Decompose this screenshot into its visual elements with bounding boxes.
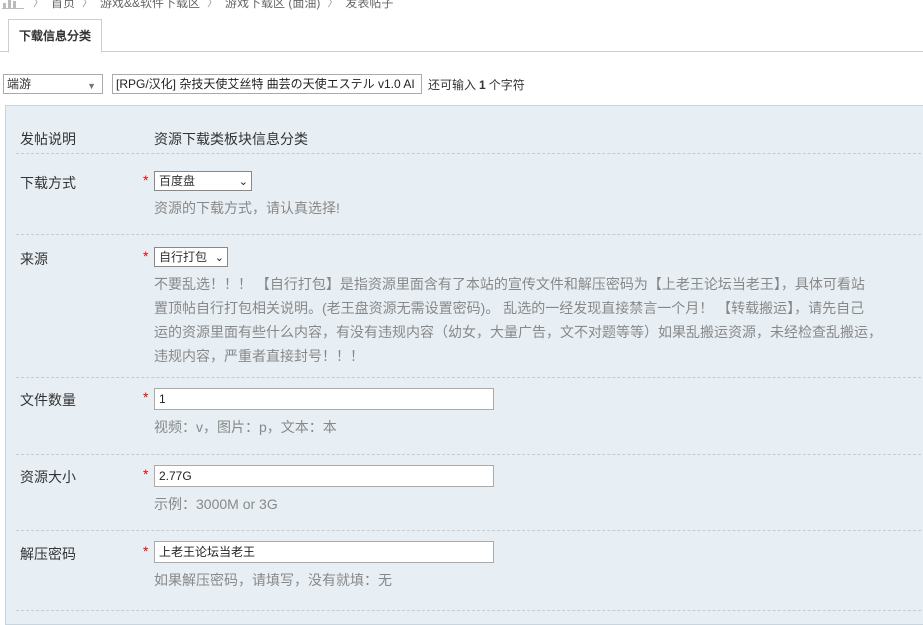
home-icon[interactable] <box>2 0 26 9</box>
breadcrumb-current: 发表帖子 <box>345 0 394 10</box>
thread-type-value: 端游 <box>7 77 32 91</box>
download-method-label: 下载方式 <box>20 175 76 191</box>
thread-type-select[interactable]: 端游 ▼ <box>3 74 103 94</box>
file-count-input[interactable]: 1 <box>154 388 494 410</box>
extract-password-label: 解压密码 <box>20 546 76 562</box>
resource-size-input[interactable]: 2.77G <box>154 465 494 487</box>
source-select[interactable]: 自行打包 ⌄ <box>154 247 228 267</box>
chevron-down-icon: ⌄ <box>238 176 248 188</box>
intro-label: 发帖说明 <box>20 131 76 147</box>
form-row-download-method: 下载方式 * 百度盘 ⌄ 资源的下载方式，请认真选择! <box>16 153 923 235</box>
subject-input[interactable]: [RPG/汉化] 杂技天使艾丝特 曲芸の天使エステル v1.0 AI <box>112 74 422 94</box>
required-mark: * <box>143 248 149 264</box>
char-remaining-text: 还可输入 1 个字符 <box>428 76 525 93</box>
resource-size-label: 资源大小 <box>20 469 76 485</box>
source-label: 来源 <box>20 251 48 267</box>
source-value: 自行打包 <box>159 250 208 264</box>
file-count-hint: 视频：v，图片：p，文本：本 <box>154 419 337 435</box>
char-remaining-count: 1 <box>479 77 486 92</box>
download-method-select[interactable]: 百度盘 ⌄ <box>154 171 252 191</box>
source-hint-line: 不要乱选！！！ 【自行打包】是指资源里面含有了本站的宣传文件和解压密码为【上老王… <box>154 276 865 292</box>
required-mark: * <box>143 389 149 405</box>
breadcrumb: 〉 首页 〉 游戏&&软件下载区 〉 游戏下载区 (面油) 〉 发表帖子 <box>0 0 923 11</box>
intro-text: 资源下载类板块信息分类 <box>154 131 308 147</box>
download-method-hint: 资源的下载方式，请认真选择! <box>154 200 340 216</box>
required-mark: * <box>143 172 149 188</box>
breadcrumb-separator: 〉 <box>327 0 339 9</box>
form-row-file-count: 文件数量 * 1 视频：v，图片：p，文本：本 <box>16 377 923 455</box>
breadcrumb-separator: 〉 <box>82 0 94 9</box>
breadcrumb-home-link[interactable]: 首页 <box>51 0 75 11</box>
form-row-intro: 发帖说明 资源下载类板块信息分类 <box>16 106 923 154</box>
tab-download-info-category[interactable]: 下载信息分类 <box>8 19 103 53</box>
source-hint-line: 违规内容，严重者直接封号！！！ <box>154 348 364 364</box>
breadcrumb-subforum-link[interactable]: 游戏下载区 (面油) <box>225 0 320 11</box>
form-row-resource-size: 资源大小 * 2.77G 示例：3000M or 3G <box>16 454 923 531</box>
chevron-down-icon: ▼ <box>87 81 96 91</box>
thread-info-form: 发帖说明 资源下载类板块信息分类 下载方式 * 百度盘 ⌄ 资源的下载方式，请认… <box>5 105 923 625</box>
char-remaining-prefix: 还可输入 <box>428 77 477 92</box>
breadcrumb-separator: 〉 <box>33 0 44 9</box>
extract-password-hint: 如果解压密码，请填写，没有就填：无 <box>154 572 392 588</box>
required-mark: * <box>143 466 149 482</box>
source-hint: 不要乱选！！！ 【自行打包】是指资源里面含有了本站的宣传文件和解压密码为【上老王… <box>154 272 882 368</box>
tab-bar: 下载信息分类 <box>0 17 923 53</box>
extract-password-input[interactable]: 上老王论坛当老王 <box>154 541 494 563</box>
required-mark: * <box>143 543 149 559</box>
form-row-extract-password: 解压密码 * 上老王论坛当老王 如果解压密码，请填写，没有就填：无 <box>16 530 923 611</box>
source-hint-line: 置顶帖自行打包相关说明。(老王盘资源无需设置密码)。 乱选的一经发现直接禁言一个… <box>154 300 865 316</box>
breadcrumb-forum-link[interactable]: 游戏&&软件下载区 <box>100 0 200 11</box>
resource-size-hint: 示例：3000M or 3G <box>154 496 278 512</box>
source-hint-line: 运的资源里面有些什么内容，有没有违规内容（幼女，大量广告，文不对题等等）如果乱搬… <box>154 324 882 340</box>
char-remaining-suffix: 个字符 <box>488 77 525 92</box>
chevron-down-icon: ⌄ <box>214 252 224 264</box>
breadcrumb-separator: 〉 <box>207 0 219 9</box>
form-row-source: 来源 * 自行打包 ⌄ 不要乱选！！！ 【自行打包】是指资源里面含有了本站的宣传… <box>16 234 923 378</box>
download-method-value: 百度盘 <box>159 174 196 188</box>
file-count-label: 文件数量 <box>20 392 76 408</box>
subject-row: 端游 ▼ [RPG/汉化] 杂技天使艾丝特 曲芸の天使エステル v1.0 AI … <box>3 73 923 95</box>
